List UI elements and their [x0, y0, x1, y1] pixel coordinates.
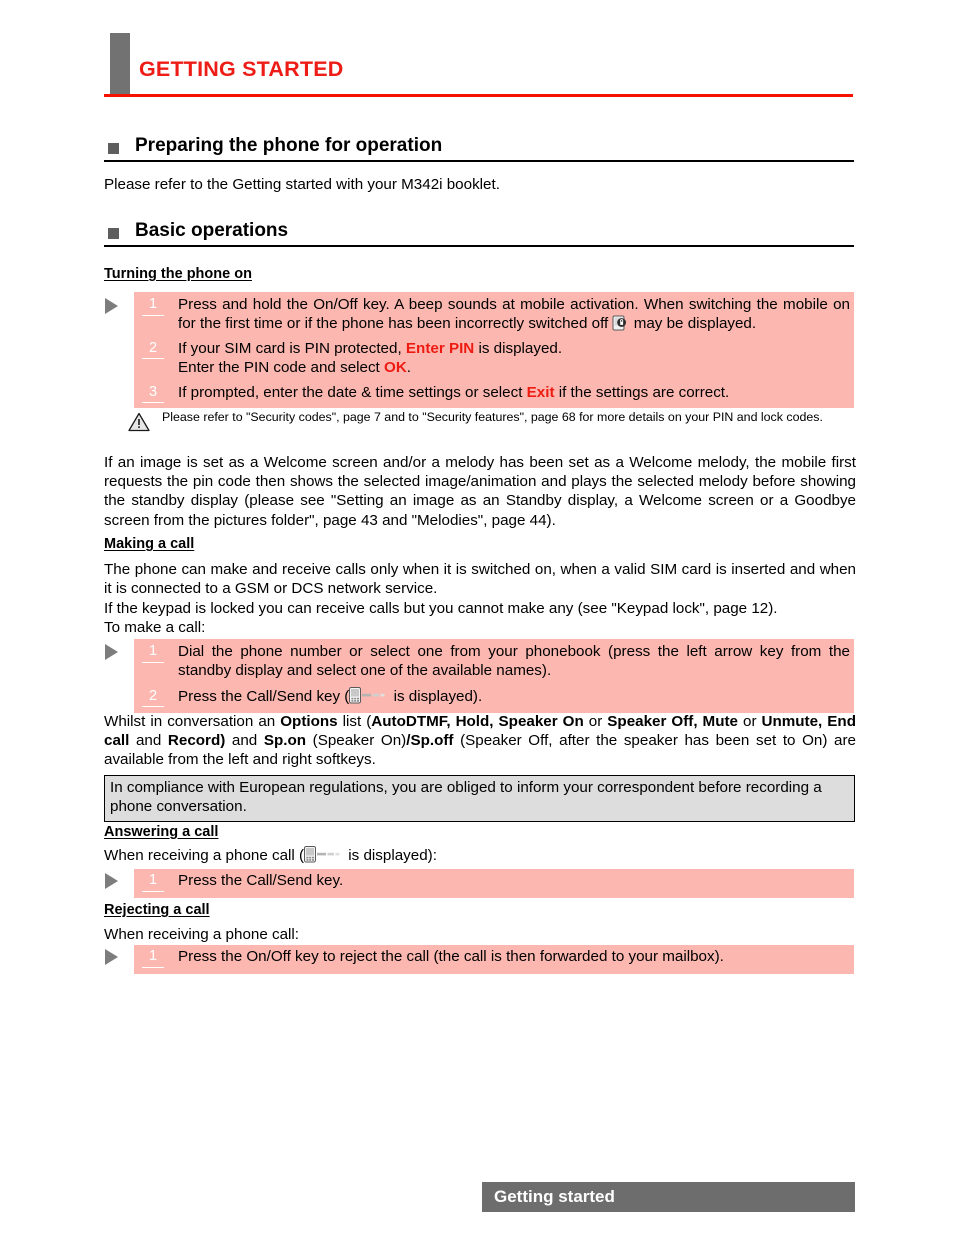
section-title-basic: Basic operations — [135, 220, 289, 241]
step-text-part: . — [406, 359, 412, 377]
pink-step-box: 1 Dial the phone number or select one fr… — [134, 639, 854, 714]
ui-label-enter-pin: Enter PIN — [405, 339, 475, 357]
ui-label-record: Record) — [167, 732, 226, 750]
step-text: If your SIM card is PIN protected, Enter… — [178, 339, 854, 378]
step-item: 2 Press the Call/Send key ( is displayed… — [134, 686, 854, 708]
text-part: or — [738, 713, 762, 730]
manual-page: GETTING STARTED Preparing the phone for … — [0, 0, 954, 1247]
text-part: Whilst in conversation an — [104, 713, 281, 730]
compliance-note-box: In compliance with European regulations,… — [104, 775, 855, 822]
step-text: Press the Call/Send key. — [178, 872, 344, 889]
call-send-icon — [304, 846, 344, 863]
step-arrow-icon — [105, 873, 118, 889]
text-part: is displayed): — [344, 847, 437, 864]
subheading-answering-a-call: Answering a call — [104, 824, 219, 840]
step-item: 1 Dial the phone number or select one fr… — [134, 642, 854, 681]
compliance-note-text: In compliance with European regulations,… — [110, 779, 822, 816]
subheading-turning-the-phone-on: Turning the phone on — [104, 266, 252, 282]
page-footer: Getting started — [482, 1182, 855, 1212]
step-text: Press the Call/Send key ( is displayed). — [178, 686, 854, 706]
paragraph-answering-a-call-lead: When receiving a phone call ( is display… — [104, 846, 856, 865]
footer-chapter-label: Getting started — [494, 1187, 615, 1206]
step-item: 3 If prompted, enter the date & time set… — [134, 383, 854, 404]
paragraph-making-a-call-3: To make a call: — [104, 619, 206, 636]
section-rule — [104, 160, 854, 162]
step-item: 1 Press and hold the On/Off key. A beep … — [134, 295, 854, 334]
ui-label-options: Options — [280, 713, 338, 730]
text-part: and — [129, 732, 168, 750]
section-title-preparing: Preparing the phone for operation — [135, 135, 443, 156]
paragraph-preparing-body: Please refer to the Getting started with… — [104, 176, 500, 193]
ui-label-autodtmf-hold-speaker-on: AutoDTMF, Hold, Speaker On — [371, 713, 584, 730]
step-number: 2 — [142, 687, 164, 708]
chapter-tab-marker — [110, 33, 130, 96]
pink-step-box: 1 Press and hold the On/Off key. A beep … — [134, 292, 854, 409]
lock-phone-icon — [612, 314, 629, 331]
step-text-part: If your SIM card is PIN protected, — [178, 339, 406, 357]
step-arrow-icon — [105, 298, 118, 314]
ui-label-exit: Exit — [526, 383, 555, 401]
text-part: and — [225, 732, 264, 750]
step-text: Press and hold the On/Off key. A beep so… — [178, 295, 854, 334]
ui-label-sp-off: /Sp.off — [406, 732, 454, 750]
step-arrow-icon — [105, 949, 118, 965]
warning-note: Please refer to "Security codes", page 7… — [128, 410, 856, 432]
step-item: 2 If your SIM card is PIN protected, Ent… — [134, 339, 854, 378]
subheading-making-a-call: Making a call — [104, 536, 195, 552]
text-part: When receiving a phone call ( — [104, 847, 305, 864]
step-text-part: If prompted, enter the date & time setti… — [178, 383, 527, 401]
step-item: 1 Press the Call/Send key. — [134, 871, 854, 892]
text-part: (Speaker On) — [306, 732, 407, 750]
ui-label-ok: OK — [384, 359, 407, 377]
ui-label-sp-on: Sp.on — [263, 732, 307, 750]
step-number: 1 — [142, 295, 164, 316]
paragraph-making-a-call-2: If the keypad is locked you can receive … — [104, 600, 778, 617]
section-bullet-icon — [108, 228, 119, 239]
step-text-part: is displayed. — [474, 339, 563, 357]
paragraph-welcome-screen: If an image is set as a Welcome screen a… — [104, 454, 856, 529]
step-number: 1 — [142, 947, 164, 968]
section-rule — [104, 245, 854, 247]
step-number: 1 — [142, 871, 164, 892]
chapter-title: GETTING STARTED — [139, 57, 344, 81]
step-text-part: is displayed). — [389, 687, 483, 705]
step-text-part: may be displayed. — [629, 315, 757, 333]
step-arrow-icon — [105, 644, 118, 660]
pink-step-box: 1 Press the Call/Send key. — [134, 869, 854, 898]
subheading-rejecting-a-call: Rejecting a call — [104, 902, 210, 918]
pink-step-box: 1 Press the On/Off key to reject the cal… — [134, 945, 854, 974]
step-text: Dial the phone number or select one from… — [178, 643, 850, 680]
warning-note-text: Please refer to "Security codes", page 7… — [162, 410, 823, 424]
paragraph-making-a-call-1: The phone can make and receive calls onl… — [104, 561, 856, 598]
paragraph-conversation-options: Whilst in conversation an Options list (… — [104, 712, 856, 770]
step-text: Press the On/Off key to reject the call … — [178, 948, 724, 965]
step-number: 2 — [142, 339, 164, 360]
step-text: If prompted, enter the date & time setti… — [178, 383, 854, 402]
warning-triangle-icon — [128, 412, 150, 432]
step-number: 3 — [142, 383, 164, 404]
text-part: or — [583, 713, 608, 730]
paragraph-rejecting-a-call-lead: When receiving a phone call: — [104, 926, 300, 943]
step-text-part: if the settings are correct. — [554, 383, 730, 401]
call-send-icon — [349, 686, 389, 704]
ui-label-speaker-off-mute: Speaker Off, Mute — [607, 713, 738, 730]
step-number: 1 — [142, 642, 164, 663]
chapter-header-rule — [104, 94, 853, 97]
step-item: 1 Press the On/Off key to reject the cal… — [134, 947, 854, 968]
chapter-header: GETTING STARTED — [104, 33, 854, 99]
step-text-part: Enter the PIN code and select — [178, 359, 384, 377]
section-bullet-icon — [108, 143, 119, 154]
text-part: list ( — [337, 713, 372, 730]
step-text-part: Press the Call/Send key ( — [178, 687, 350, 705]
